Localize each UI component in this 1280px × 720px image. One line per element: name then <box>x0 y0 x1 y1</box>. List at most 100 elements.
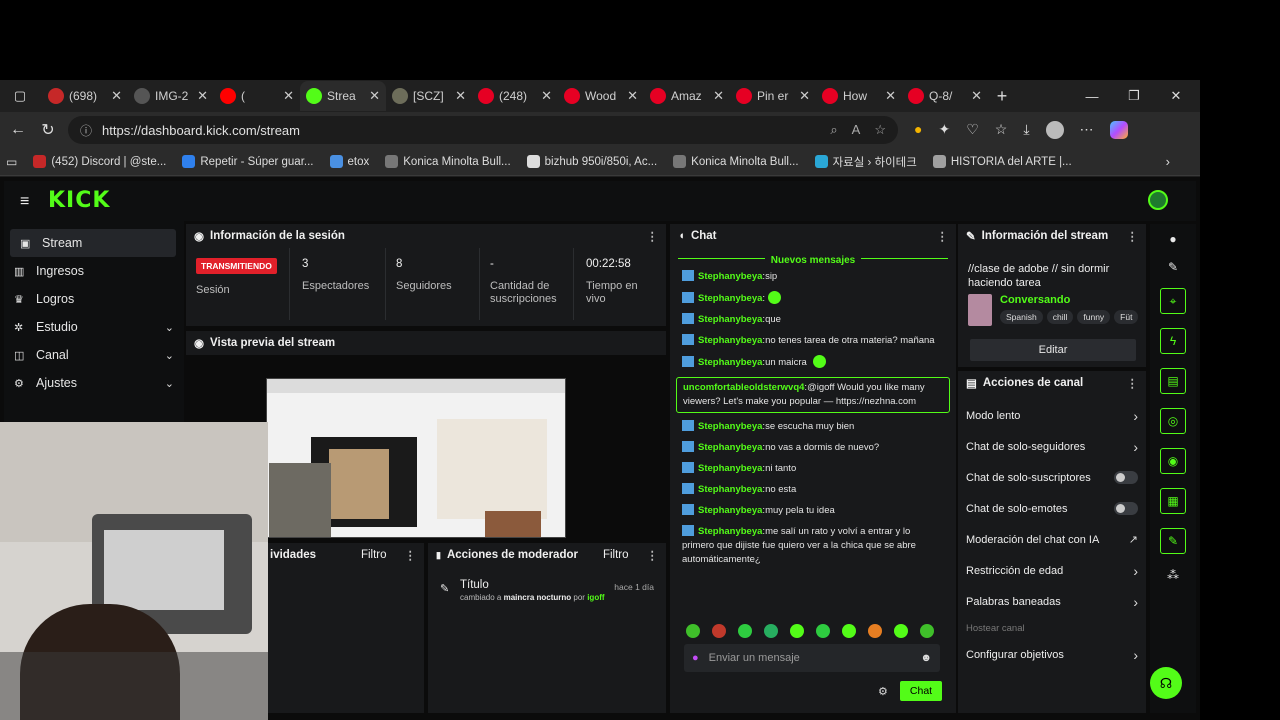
rail-stack-button[interactable]: ▦ <box>1160 488 1186 514</box>
close-tab-icon[interactable]: ✕ <box>627 88 638 104</box>
close-window-icon[interactable]: ✕ <box>1162 82 1190 110</box>
close-tab-icon[interactable]: ✕ <box>971 88 982 104</box>
sidebar-item-logros[interactable]: ♛ Logros <box>4 285 184 313</box>
browser-tab[interactable]: Wood ✕ <box>558 81 644 111</box>
rail-tools-button[interactable]: ✎ <box>1160 528 1186 554</box>
bookmarks-overflow-icon[interactable]: › <box>1166 154 1194 169</box>
channel-action-item[interactable]: Hostear canal <box>958 617 1146 639</box>
bookmark-item[interactable]: (452) Discord | @ste... <box>33 154 166 170</box>
chat-username[interactable]: Stephanybeya <box>698 314 762 325</box>
chevron-right-icon[interactable]: › <box>1133 647 1138 663</box>
chat-menu-icon[interactable]: ⋮ <box>937 229 949 243</box>
chat-message[interactable]: Stephanybeya:ni tanto <box>676 462 950 476</box>
channel-action-item[interactable]: Configurar objetivos › <box>958 639 1146 670</box>
chat-input[interactable]: ● Enviar un mensaje ☻ <box>684 644 940 672</box>
browser-tab[interactable]: Pin er ✕ <box>730 81 816 111</box>
channel-action-item[interactable]: Chat de solo-seguidores › <box>958 431 1146 462</box>
stream-preview-video[interactable] <box>266 378 566 538</box>
chat-settings-icon[interactable]: ⚙ <box>878 685 888 698</box>
favorite-star-icon[interactable]: ☆ <box>874 122 886 138</box>
chat-username[interactable]: Stephanybeya <box>698 526 762 537</box>
chevron-right-icon[interactable]: › <box>1133 439 1138 455</box>
chat-username[interactable]: Stephanybeya <box>698 357 762 368</box>
info-icon[interactable]: ● <box>1169 232 1176 246</box>
close-tab-icon[interactable]: ✕ <box>455 88 466 104</box>
sidebar-item-canal[interactable]: ◫ Canal ⌄ <box>4 341 184 369</box>
tab-actions-icon[interactable]: ▢ <box>6 82 34 110</box>
zoom-icon[interactable]: ⌕ <box>830 122 837 138</box>
profile-avatar-icon[interactable] <box>1045 121 1064 139</box>
browser-tab[interactable]: Strea ✕ <box>300 81 386 111</box>
chat-username[interactable]: Stephanybeya <box>698 271 762 282</box>
extensions-icon[interactable]: ✦ <box>938 121 950 139</box>
channel-actions-menu-icon[interactable]: ⋮ <box>1127 376 1139 390</box>
back-icon[interactable]: ← <box>8 120 28 140</box>
browser-tab[interactable]: [SCZ] ✕ <box>386 81 472 111</box>
chat-message[interactable]: Stephanybeya:no esta <box>676 483 950 497</box>
chat-username[interactable]: Stephanybeya <box>698 463 762 474</box>
mod-menu-icon[interactable]: ⋮ <box>647 548 659 562</box>
kick-logo[interactable]: KICK <box>48 188 110 213</box>
emote-icon[interactable] <box>816 624 830 638</box>
mic-icon[interactable]: ● <box>692 652 699 664</box>
chat-message[interactable]: Stephanybeya:que <box>676 313 950 327</box>
rail-lightning-button[interactable]: ϟ <box>1160 328 1186 354</box>
restore-icon[interactable]: ❐ <box>1120 82 1148 110</box>
emote-icon[interactable] <box>712 624 726 638</box>
support-button[interactable]: ☊ <box>1150 667 1182 699</box>
emote-icon[interactable] <box>738 624 752 638</box>
chat-message[interactable]: Stephanybeya: <box>676 291 950 306</box>
favorites-icon[interactable]: ☆ <box>995 121 1008 139</box>
emote-icon[interactable] <box>894 624 908 638</box>
sidebar-item-estudio[interactable]: ✲ Estudio ⌄ <box>4 313 184 341</box>
chat-message-list[interactable]: Stephanybeya:sip Stephanybeya: Stephanybey… <box>670 270 956 567</box>
stream-info-menu-icon[interactable]: ⋮ <box>1127 229 1139 243</box>
chat-message[interactable]: Stephanybeya:sip <box>676 270 950 284</box>
bookmark-item[interactable]: etox <box>329 154 369 170</box>
chevron-down-icon[interactable]: ⌄ <box>165 349 174 362</box>
chat-username[interactable]: Stephanybeya <box>698 293 762 304</box>
emote-icon[interactable] <box>842 624 856 638</box>
activity-menu-icon[interactable]: ⋮ <box>405 548 417 562</box>
browser-tab[interactable]: (✕ <box>214 81 300 111</box>
chat-username[interactable]: Stephanybeya <box>698 484 762 495</box>
read-aloud-icon[interactable]: A <box>852 122 861 138</box>
browser-tab[interactable]: Amaz ✕ <box>644 81 730 111</box>
bookmark-item[interactable]: Konica Minolta Bull... <box>385 154 511 170</box>
activity-filter-button[interactable]: Filtro <box>361 549 387 561</box>
close-tab-icon[interactable]: ✕ <box>197 88 208 104</box>
chat-message[interactable]: Stephanybeya:un maicra <box>676 355 950 370</box>
emote-icon[interactable] <box>920 624 934 638</box>
emote-icon[interactable] <box>790 624 804 638</box>
browser-tab[interactable]: How ✕ <box>816 81 902 111</box>
mod-item-user[interactable]: igoff <box>587 593 604 602</box>
close-tab-icon[interactable]: ✕ <box>369 88 380 104</box>
channel-action-item[interactable]: Palabras baneadas › <box>958 586 1146 617</box>
bookmark-item[interactable]: HISTORIA del ARTE |... <box>932 154 1072 170</box>
emote-icon[interactable] <box>868 624 882 638</box>
channel-action-item[interactable]: Modo lento › <box>958 400 1146 431</box>
more-menu-icon[interactable]: ⋯ <box>1080 121 1094 139</box>
emote-icon[interactable] <box>764 624 778 638</box>
stream-tag[interactable]: chill <box>1046 310 1074 324</box>
toggle-switch[interactable] <box>1114 471 1138 484</box>
copilot-icon[interactable] <box>1109 121 1128 139</box>
external-link-icon[interactable]: ↗ <box>1129 533 1138 546</box>
bookmark-item[interactable]: bizhub 950i/850i, Ac... <box>526 154 657 170</box>
category-name[interactable]: Conversando <box>1000 294 1140 306</box>
sidebar-item-ingresos[interactable]: ▥ Ingresos <box>4 257 184 285</box>
chevron-right-icon[interactable]: › <box>1133 563 1138 579</box>
chevron-right-icon[interactable]: › <box>1133 594 1138 610</box>
chat-username[interactable]: Stephanybeya <box>698 421 762 432</box>
minimize-icon[interactable]: — <box>1078 82 1106 110</box>
chevron-down-icon[interactable]: ⌄ <box>165 377 174 390</box>
chat-username[interactable]: Stephanybeya <box>698 442 762 453</box>
channel-action-item[interactable]: Restricción de edad › <box>958 555 1146 586</box>
downloads-icon[interactable]: ⤓ <box>1023 121 1029 139</box>
browser-tab[interactable]: Q-8/ ✕ <box>902 81 988 111</box>
chevron-right-icon[interactable]: › <box>1133 408 1138 424</box>
rail-notes-button[interactable]: ▤ <box>1160 368 1186 394</box>
stream-tag[interactable]: funny <box>1077 310 1111 324</box>
chat-message[interactable]: Stephanybeya:muy pela tu idea <box>676 504 950 518</box>
hamburger-icon[interactable]: ≡ <box>20 193 29 211</box>
